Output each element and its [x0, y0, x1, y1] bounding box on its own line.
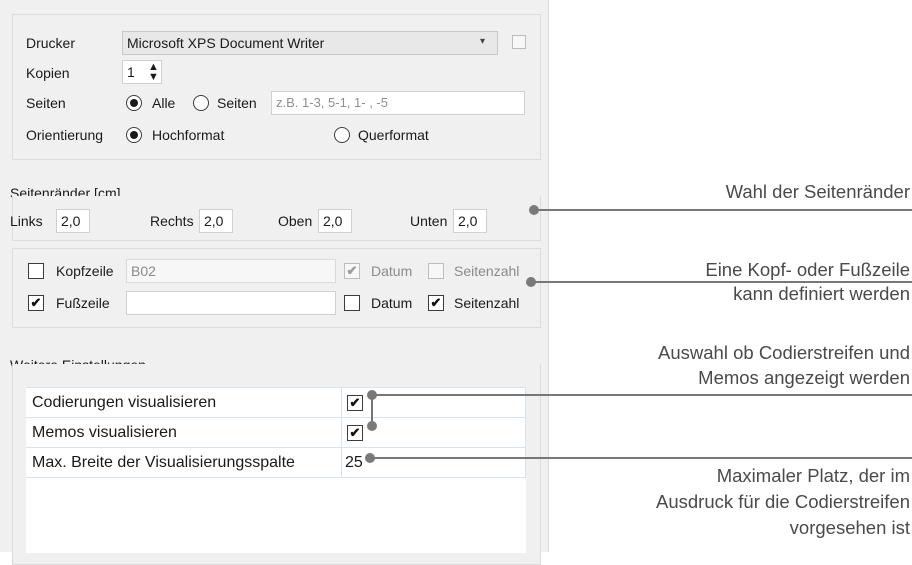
callout-dot: [367, 421, 377, 431]
table-row-label: Codierungen visualisieren: [32, 394, 217, 411]
memos-visualize-checkbox[interactable]: ✔: [347, 425, 363, 441]
footer-date-checkbox[interactable]: [344, 295, 360, 311]
table-divider: [341, 387, 342, 477]
chevron-down-icon: ▾: [480, 36, 486, 47]
settings-table: Codierungen visualisieren ✔ Memos visual…: [26, 387, 526, 553]
callout-leader-line: [372, 394, 912, 396]
coding-visualize-checkbox[interactable]: ✔: [347, 395, 363, 411]
callout-leader-line: [531, 281, 912, 283]
header-text-input[interactable]: B02: [126, 259, 336, 283]
landscape-radio[interactable]: [334, 127, 350, 143]
footer-date-label: Datum: [371, 295, 413, 311]
orientation-label: Orientierung: [26, 127, 104, 143]
table-divider: [26, 447, 526, 448]
header-pagenum-label: Seitenzahl: [454, 263, 520, 279]
pages-label: Seiten: [26, 95, 66, 111]
table-row-label: Memos visualisieren: [32, 424, 177, 441]
copies-value: 1: [127, 64, 135, 80]
landscape-label: Querformat: [358, 127, 429, 143]
header-label: Kopfzeile: [56, 263, 114, 279]
pages-range-placeholder: z.B. 1-3, 5-1, 1- , -5: [276, 95, 388, 110]
callout-margins: Wahl der Seitenränder: [725, 181, 910, 202]
callout-maxwidth-line1: Maximaler Platz, der im: [716, 465, 910, 486]
callout-header-footer-line1: Eine Kopf- oder Fußzeile: [705, 259, 910, 280]
margin-right-label: Rechts: [150, 213, 194, 229]
pages-range-label: Seiten: [217, 95, 257, 111]
stepper-arrows-icon[interactable]: ▲ ▼: [148, 62, 159, 83]
footer-pagenum-checkbox[interactable]: ✔: [428, 295, 444, 311]
footer-checkbox[interactable]: ✔: [28, 295, 44, 311]
margin-top-label: Oben: [278, 213, 313, 229]
margin-left-label: Links: [10, 213, 43, 229]
table-divider: [26, 477, 526, 478]
copies-label: Kopien: [26, 65, 70, 81]
margin-bottom-value: 2,0: [458, 213, 478, 229]
header-checkbox[interactable]: [28, 263, 44, 279]
printer-options-checkbox[interactable]: [512, 35, 526, 49]
pages-range-input[interactable]: z.B. 1-3, 5-1, 1- , -5: [271, 91, 525, 115]
margin-right-value: 2,0: [204, 213, 224, 229]
footer-label: Fußzeile: [56, 295, 110, 311]
margin-top-value: 2,0: [323, 213, 343, 229]
callout-maxwidth-line2: Ausdruck für die Codierstreifen: [656, 491, 910, 512]
table-divider: [26, 417, 526, 418]
table-divider: [26, 387, 526, 388]
printer-select[interactable]: Microsoft XPS Document Writer: [122, 31, 498, 55]
margin-left-value: 2,0: [61, 213, 81, 229]
callout-header-footer-line2: kann definiert werden: [733, 283, 910, 304]
table-divider: [525, 387, 526, 477]
margin-bottom-label: Unten: [410, 213, 448, 229]
table-row-label: Max. Breite der Visualisierungsspalte: [32, 454, 295, 471]
callout-visualize-line2: Memos angezeigt werden: [698, 367, 910, 388]
portrait-label: Hochformat: [152, 127, 225, 143]
header-date-label: Datum: [371, 263, 413, 279]
pages-all-radio[interactable]: [126, 95, 142, 111]
header-pagenum-checkbox[interactable]: [428, 263, 444, 279]
pages-range-radio[interactable]: [193, 95, 209, 111]
margin-top-input[interactable]: 2,0: [318, 209, 352, 233]
margin-right-input[interactable]: 2,0: [199, 209, 233, 233]
print-settings-panel: Drucker Microsoft XPS Document Writer ▾ …: [0, 0, 549, 565]
callout-visualize-line1: Auswahl ob Codierstreifen und: [658, 342, 910, 363]
margin-left-input[interactable]: 2,0: [56, 209, 90, 233]
max-width-value[interactable]: 25: [345, 449, 363, 477]
footer-pagenum-label: Seitenzahl: [454, 295, 520, 311]
footer-text-input[interactable]: [126, 291, 336, 315]
header-text-value: B02: [131, 263, 156, 279]
portrait-radio[interactable]: [126, 127, 142, 143]
margin-bottom-input[interactable]: 2,0: [453, 209, 487, 233]
pages-all-label: Alle: [152, 95, 176, 111]
callout-maxwidth-line3: vorgesehen ist: [789, 517, 910, 538]
printer-value: Microsoft XPS Document Writer: [127, 35, 325, 51]
callout-leader-line: [534, 209, 912, 211]
printer-label: Drucker: [26, 35, 76, 51]
callout-leader-line: [370, 457, 912, 459]
header-date-checkbox[interactable]: ✔: [344, 263, 360, 279]
